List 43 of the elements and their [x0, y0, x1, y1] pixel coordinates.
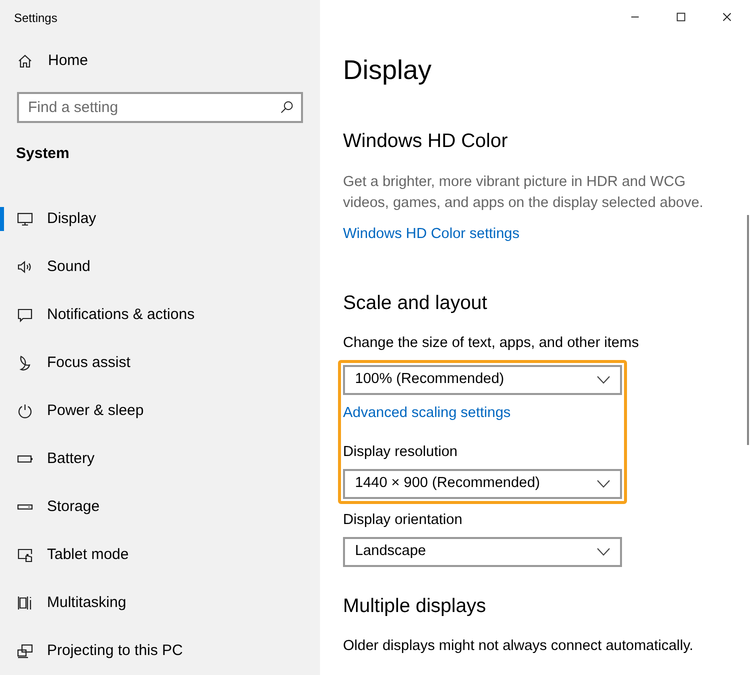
settings-link[interactable]: Advanced scaling settings: [343, 402, 511, 424]
dropdown[interactable]: Landscape: [343, 536, 622, 567]
chevron-icon: [597, 376, 610, 384]
settings-link[interactable]: Windows HD Color settings: [343, 224, 520, 246]
home-link[interactable]: Home: [0, 44, 106, 78]
sidebar-item[interactable]: Notifications & actions: [0, 291, 320, 339]
chevron-icon: [597, 480, 610, 488]
description-text: Get a brighter, more vibrant picture in HDR and WCG videos, games, and apps on the display selected above.: [343, 172, 704, 213]
field-label: Older displays might not always connect automatically.: [343, 637, 694, 656]
sidebar-item[interactable]: Storage: [0, 483, 320, 531]
tablet-icon: [17, 547, 33, 563]
sidebar-item[interactable]: Projecting to this PC: [0, 627, 320, 675]
projector-icon: [17, 643, 33, 659]
search-icon: [280, 100, 294, 114]
sidebar-item[interactable]: Focus assist: [0, 339, 320, 387]
group-heading: System: [15, 144, 70, 164]
speech-bubble-icon: [17, 307, 33, 323]
sidebar-item[interactable]: Battery: [0, 435, 320, 483]
sidebar-item[interactable]: Tablet mode: [0, 531, 320, 579]
sidebar-item[interactable]: Power & sleep: [0, 387, 320, 435]
power-icon: [17, 403, 33, 419]
dropdown[interactable]: 100% (Recommended): [343, 364, 622, 395]
chevron-icon: [597, 548, 610, 556]
page-title: Display: [343, 54, 433, 86]
close-icon[interactable]: [721, 11, 733, 23]
home-icon: [17, 53, 33, 69]
sidebar-item[interactable]: Display: [0, 195, 320, 243]
section-heading: Scale and layout: [343, 292, 488, 315]
field-label: Change the size of text, apps, and other items: [343, 334, 640, 353]
section-heading: Windows HD Color: [343, 130, 509, 154]
search-field[interactable]: Find a setting: [17, 92, 303, 123]
window-title: Settings: [13, 10, 58, 27]
windows-stack-icon: [17, 595, 33, 611]
sidebar-item[interactable]: Multitasking: [0, 579, 320, 627]
monitor-icon: [17, 211, 33, 227]
speaker-icon: [17, 259, 33, 275]
field-label: Display orientation: [343, 511, 464, 530]
sidebar-item[interactable]: Sound: [0, 243, 320, 291]
field-label: Display resolution: [343, 443, 458, 462]
section-heading: Multiple displays: [343, 594, 488, 618]
scrollbar[interactable]: [747, 215, 749, 445]
maximize-icon[interactable]: [675, 11, 687, 23]
dropdown[interactable]: 1440 × 900 (Recommended): [343, 469, 622, 500]
